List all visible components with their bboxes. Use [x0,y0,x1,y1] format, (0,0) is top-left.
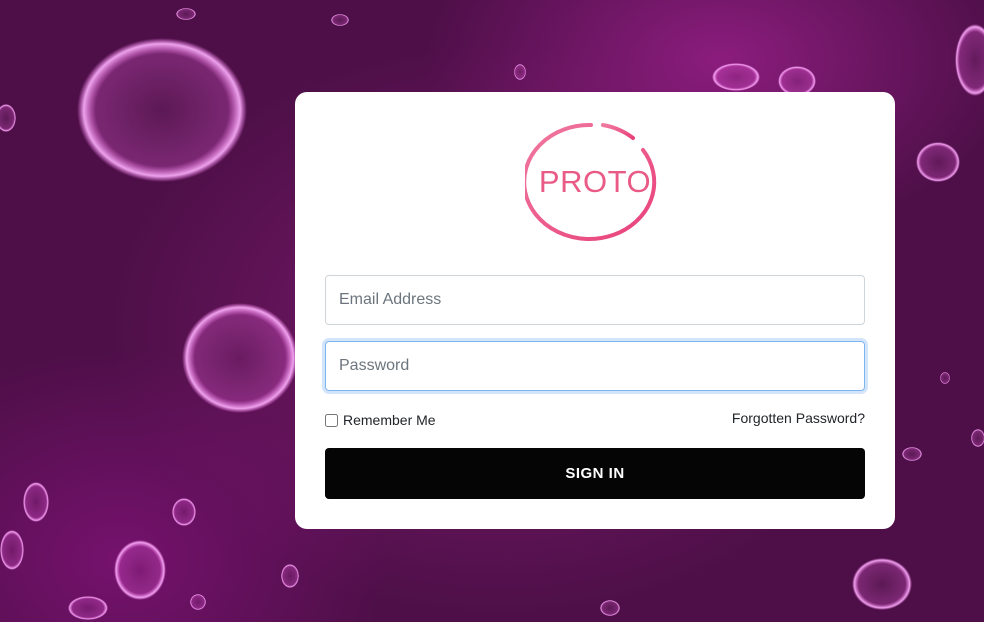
remember-me-checkbox[interactable] [325,413,338,427]
bubble-background: PROTO Remember Me Forgotten Password? SI… [0,0,984,622]
remember-me[interactable]: Remember Me [325,411,436,429]
remember-me-label: Remember Me [343,412,436,428]
password-field[interactable] [325,341,865,391]
proto-logo: PROTO [522,122,665,242]
forgot-password-link[interactable]: Forgotten Password? [732,410,865,426]
email-field[interactable] [325,275,865,325]
login-card: PROTO Remember Me Forgotten Password? SI… [295,92,895,529]
sign-in-button[interactable]: SIGN IN [325,448,865,499]
logo-text: PROTO [538,164,652,199]
